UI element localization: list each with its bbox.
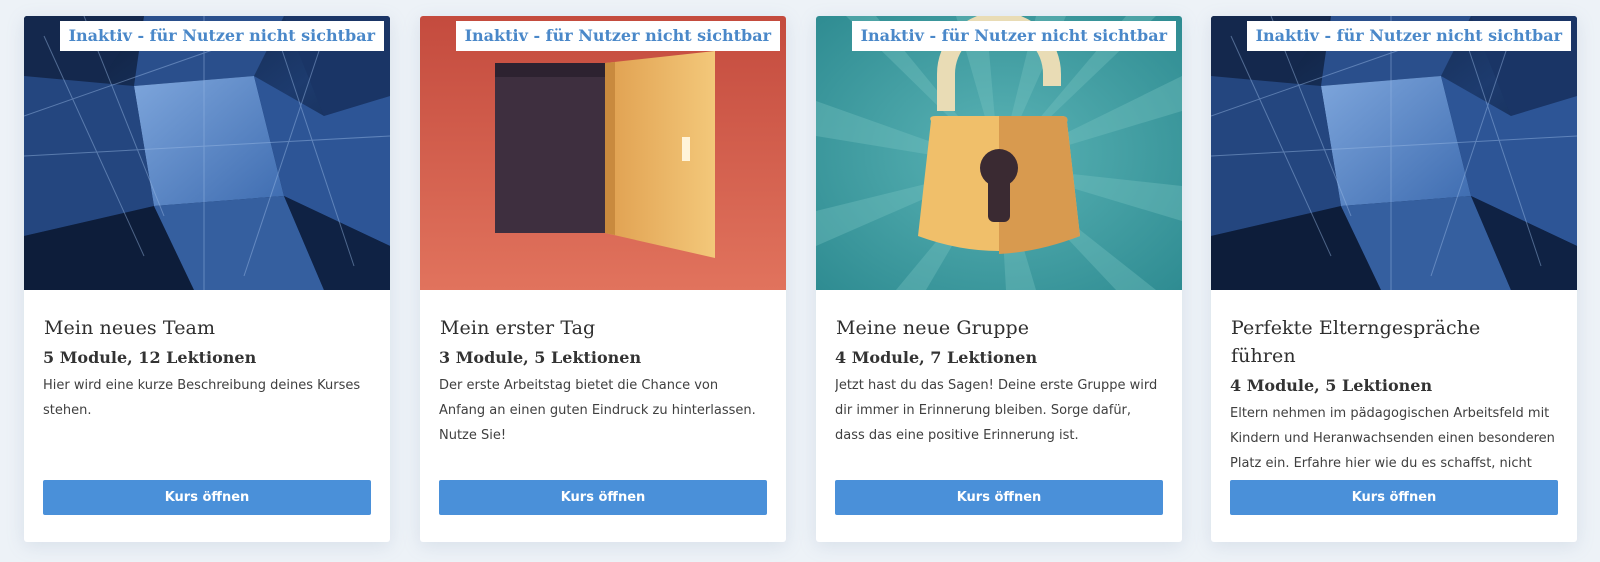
course-title: Meine neue Gruppe xyxy=(836,317,1030,339)
course-title: Perfekte Elterngespräche führen xyxy=(1231,317,1481,367)
course-meta: 4 Module, 5 Lektionen xyxy=(1230,376,1433,395)
course-meta: 5 Module, 12 Lektionen xyxy=(43,348,257,367)
glass-building-image xyxy=(24,16,390,290)
course-body: Meine neue Gruppe 4 Module, 7 Lektionen … xyxy=(816,290,1182,542)
course-card: Inaktiv - für Nutzer nicht sichtbar Perf… xyxy=(1211,16,1577,542)
course-meta: 4 Module, 7 Lektionen xyxy=(835,348,1038,367)
open-course-button[interactable]: Kurs öffnen xyxy=(835,480,1163,515)
status-badge: Inaktiv - für Nutzer nicht sichtbar xyxy=(455,21,780,51)
status-badge: Inaktiv - für Nutzer nicht sichtbar xyxy=(851,21,1176,51)
open-course-button[interactable]: Kurs öffnen xyxy=(43,480,371,515)
open-door-image xyxy=(420,16,786,290)
course-card: Inaktiv - für Nutzer nicht sichtbar Mein… xyxy=(816,16,1182,542)
course-image: Inaktiv - für Nutzer nicht sichtbar xyxy=(816,16,1182,290)
course-description: Eltern nehmen im pädagogischen Arbeitsfe… xyxy=(1230,406,1555,471)
course-title: Mein neues Team xyxy=(44,317,216,339)
course-description: Der erste Arbeitstag bietet die Chance v… xyxy=(439,378,756,443)
course-description: Jetzt hast du das Sagen! Deine erste Gru… xyxy=(835,378,1158,443)
open-course-button[interactable]: Kurs öffnen xyxy=(1230,480,1558,515)
course-body: Perfekte Elterngespräche führen 4 Module… xyxy=(1211,290,1577,542)
course-title: Mein erster Tag xyxy=(440,317,596,339)
course-image: Inaktiv - für Nutzer nicht sichtbar xyxy=(1211,16,1577,290)
course-body: Mein erster Tag 3 Module, 5 Lektionen De… xyxy=(420,290,786,542)
open-padlock-image xyxy=(816,16,1182,290)
course-card: Inaktiv - für Nutzer nicht sichtbar Mein… xyxy=(420,16,786,542)
status-badge: Inaktiv - für Nutzer nicht sichtbar xyxy=(1246,21,1571,51)
course-card: Inaktiv - für Nutzer nicht sichtbar Mein… xyxy=(24,16,390,542)
course-grid: Inaktiv - für Nutzer nicht sichtbar Mein… xyxy=(0,0,1600,562)
course-meta: 3 Module, 5 Lektionen xyxy=(439,348,642,367)
course-image: Inaktiv - für Nutzer nicht sichtbar xyxy=(420,16,786,290)
course-body: Mein neues Team 5 Module, 12 Lektionen H… xyxy=(24,290,390,542)
course-image: Inaktiv - für Nutzer nicht sichtbar xyxy=(24,16,390,290)
open-course-button[interactable]: Kurs öffnen xyxy=(439,480,767,515)
status-badge: Inaktiv - für Nutzer nicht sichtbar xyxy=(59,21,384,51)
glass-building-image xyxy=(1211,16,1577,290)
course-description: Hier wird eine kurze Beschreibung deines… xyxy=(43,378,361,418)
